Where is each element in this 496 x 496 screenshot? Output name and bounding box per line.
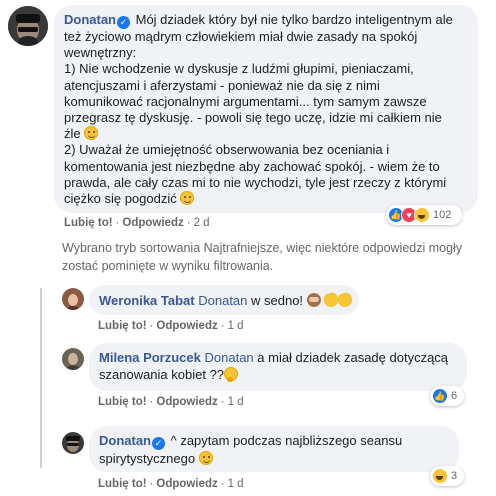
avatar-donatan[interactable] — [62, 432, 84, 454]
like-link[interactable]: Lubię to! — [98, 396, 147, 408]
reply-link[interactable]: Odpowiedz — [156, 320, 217, 332]
timestamp[interactable]: 1 d — [228, 478, 244, 490]
haha-reaction-icon — [432, 468, 448, 484]
reaction-count: 102 — [433, 209, 452, 221]
smile-emoji-icon — [180, 191, 195, 206]
timestamp[interactable]: 1 d — [228, 396, 244, 408]
mention-link[interactable]: Donatan — [198, 293, 247, 308]
verified-badge-icon: ✓ — [152, 437, 165, 450]
smile-emoji-icon — [84, 126, 99, 141]
comment-text-line: prawda, ale cały czas mi to nie wychodzi… — [64, 174, 447, 190]
comment-bubble: Donatan ✓ Mój dziadek który był nie tylko… — [54, 5, 478, 213]
timestamp[interactable]: 1 d — [228, 320, 244, 332]
reply-author[interactable]: Milena Porzucek — [99, 350, 201, 365]
reply-actions: Lubię to! · Odpowiedz · 1 d — [98, 396, 244, 408]
verified-badge-icon: ✓ — [117, 16, 130, 29]
thread-connector — [40, 288, 42, 468]
thinking-face-icon — [224, 367, 239, 382]
comment-text-line: wewnętrzny: — [64, 45, 137, 61]
smile-emoji-icon — [198, 451, 213, 465]
reply-bubble: Donatan ✓ ^ zapytam podczas najbliższego … — [89, 426, 459, 472]
comment-text-line: też życiowo mądrym człowiekiem miał dwie… — [64, 29, 418, 44]
like-link[interactable]: Lubię to! — [98, 320, 147, 332]
comment-text-line: Mój dziadek który był nie tylko bardzo i… — [135, 12, 453, 27]
filter-notice: Wybrano tryb sortowania Najtrafniejsze, … — [62, 241, 463, 273]
comment-text-line: przegrasz tę dyskusję. - powoli się tego… — [64, 110, 442, 126]
avatar-image — [62, 288, 84, 310]
comment-text-line: atencjuszami i aferzystami - ponieważ ni… — [64, 77, 380, 93]
reply-actions: Lubię to! · Odpowiedz · 1 d — [98, 320, 244, 332]
reply-text: w sedno! — [247, 293, 307, 308]
comment-text-line: ciężko się pogodzić — [64, 191, 177, 207]
reactions-summary[interactable]: 👍 6 — [430, 386, 464, 406]
reply-bubble: Milena Porzucek Donatan a miał dziadek z… — [89, 343, 467, 391]
avatar-image — [62, 348, 84, 370]
avatar-image — [8, 6, 48, 46]
reply-actions: Lubię to! · Odpowiedz · 1 d — [98, 478, 244, 490]
comment-text-line: komunikować racjonalnymi argumentami... … — [64, 93, 427, 109]
like-reaction-icon: 👍 — [432, 388, 448, 404]
reply-author[interactable]: Weronika Tabat — [99, 293, 195, 308]
reaction-count: 6 — [451, 390, 458, 402]
reply-link[interactable]: Odpowiedz — [122, 217, 183, 229]
comment-text-line: komentowania jest niezbędne aby zachować… — [64, 158, 440, 174]
reply-text: szanowania kobiet ?? — [99, 367, 225, 382]
avatar-image — [62, 432, 84, 454]
reaction-count: 3 — [451, 470, 458, 482]
comment-text-line: źle — [64, 126, 81, 142]
reply-author[interactable]: Donatan — [99, 433, 151, 448]
reply-text: ^ zapytam podczas najbliższego seansu — [167, 433, 403, 448]
comment-text-line: 1) Nie wchodzenie w dyskusje z ludźmi gł… — [64, 61, 414, 77]
like-link[interactable]: Lubię to! — [98, 478, 147, 490]
reactions-summary[interactable]: 3 — [430, 466, 464, 486]
like-link[interactable]: Lubię to! — [64, 217, 113, 229]
haha-reaction-icon — [414, 207, 430, 223]
avatar-weronika[interactable] — [62, 288, 84, 310]
reply-bubble: Weronika Tabat Donatan w sedno! — [89, 285, 359, 315]
reply-link[interactable]: Odpowiedz — [156, 478, 217, 490]
mention-link[interactable]: Donatan — [205, 350, 254, 365]
avatar-milena[interactable] — [62, 348, 84, 370]
reply-link[interactable]: Odpowiedz — [156, 396, 217, 408]
timestamp[interactable]: 2 d — [194, 217, 210, 229]
see-no-evil-monkey-icon — [306, 293, 321, 307]
comment-author[interactable]: Donatan — [64, 12, 116, 27]
comment-text-line: 2) Uważał że umiejętność obserwowania be… — [64, 142, 390, 158]
comment-actions: Lubię to! · Odpowiedz · 2 d — [64, 217, 210, 229]
reply-text: a miał dziadek zasadę dotyczącą — [253, 350, 449, 365]
avatar-donatan[interactable] — [8, 6, 48, 46]
reply-text: spirytystycznego — [99, 451, 199, 466]
reactions-summary[interactable]: 👍 ♥ 102 — [386, 205, 462, 225]
clapping-hands-icon — [336, 291, 354, 309]
